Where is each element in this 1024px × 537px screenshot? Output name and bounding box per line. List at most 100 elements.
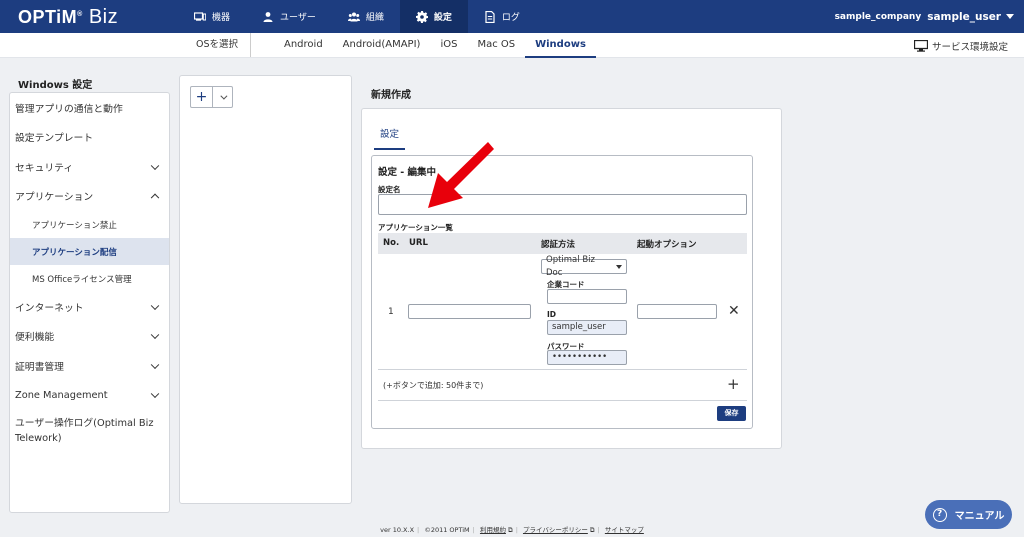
row-number: 1	[388, 307, 394, 317]
add-split-button: +	[190, 86, 233, 108]
sidebar-item-label: 設定テンプレート	[15, 133, 94, 145]
chevron-down-icon	[150, 301, 160, 310]
col-auth: 認証方法	[541, 240, 576, 250]
company-code-input[interactable]	[547, 289, 627, 304]
group-icon	[347, 11, 360, 23]
red-arrow-annotation	[428, 142, 494, 208]
os-selector-bar: OSを選択 Android Android(AMAPI) iOS Mac OS …	[0, 33, 1024, 58]
nav-logs-label: ログ	[501, 13, 520, 23]
sidebar-item-label: 管理アプリの通信と動作	[15, 103, 123, 115]
nav-devices-label: 機器	[212, 13, 231, 23]
os-tabs: Android Android(AMAPI) iOS Mac OS Window…	[274, 33, 596, 58]
user-name: sample_user	[927, 10, 1001, 23]
sidebar-item-label: MS Officeライセンス管理	[32, 274, 132, 285]
launch-option-input[interactable]	[637, 304, 717, 319]
footer: ver 10.X.X | ©2011 OPTiM | 利用規約 ⧉ | プライバシーポ…	[380, 526, 644, 534]
external-link-icon: ⧉	[589, 526, 595, 534]
service-settings-label: サービス環境設定	[931, 41, 1008, 53]
form-card: 設定 設定 - 編集中 設定名 アプリケーション一覧 No. URL 認証方法 …	[361, 108, 782, 449]
chevron-down-icon	[220, 92, 228, 100]
copyright-text: ©2011 OPTiM	[424, 526, 470, 534]
nav-settings[interactable]: 設定	[399, 0, 468, 33]
auth-method-select[interactable]: Optimal Biz Doc	[541, 255, 627, 278]
sidebar-item-label: 証明書管理	[15, 361, 64, 373]
privacy-link[interactable]: プライバシーポリシー	[523, 526, 588, 534]
sidebar-item-app-communication[interactable]: 管理アプリの通信と動作	[10, 93, 169, 123]
sidebar-item-zone-management[interactable]: Zone Management	[10, 381, 169, 411]
sidebar-item-utilities[interactable]: 便利機能	[10, 322, 169, 352]
sidebar-item-app-delivery[interactable]: アプリケーション配信	[10, 238, 169, 265]
company-name: sample_company	[834, 11, 922, 22]
main-nav: 機器 ユーザー 組織 設定 ログ	[178, 0, 536, 33]
external-link-icon: ⧉	[508, 526, 513, 534]
nav-users[interactable]: ユーザー	[246, 0, 332, 33]
sidebar-item-label: 便利機能	[15, 332, 55, 344]
terms-link[interactable]: 利用規約	[480, 526, 506, 534]
tab-android-amapi[interactable]: Android(AMAPI)	[333, 33, 431, 58]
row-divider	[378, 369, 747, 370]
service-settings-link[interactable]: サービス環境設定	[913, 33, 1008, 58]
url-input[interactable]	[408, 304, 531, 319]
optim-biz-logo[interactable]: OPTiM® Biz	[18, 6, 118, 29]
manual-button[interactable]: ? マニュアル	[925, 500, 1012, 529]
device-icon	[194, 11, 206, 23]
chevron-down-icon	[150, 330, 160, 340]
id-input[interactable]: sample_user	[547, 320, 627, 335]
password-input[interactable]: •••••••••••	[547, 350, 627, 365]
nav-logs[interactable]: ログ	[468, 0, 536, 33]
sidebar-item-templates[interactable]: 設定テンプレート	[10, 123, 169, 153]
id-label: ID	[547, 310, 557, 319]
nav-devices[interactable]: 機器	[178, 0, 246, 33]
caret-down-icon	[1006, 14, 1014, 19]
tab-windows[interactable]: Windows	[525, 33, 596, 58]
sidebar-item-user-operation-log[interactable]: ユーザー操作ログ(Optimal Biz Telework)	[10, 410, 169, 452]
nav-organizations[interactable]: 組織	[332, 0, 400, 33]
tab-ios[interactable]: iOS	[430, 33, 467, 58]
user-icon	[262, 11, 274, 23]
sidebar-item-internet[interactable]: インターネット	[10, 292, 169, 322]
save-button[interactable]: 保存	[717, 406, 746, 421]
sidebar-item-security[interactable]: セキュリティ	[10, 152, 169, 182]
top-header: OPTiM® Biz 機器 ユーザー 組織 設定 ログ sample_compan…	[0, 0, 1024, 33]
add-button[interactable]: +	[191, 87, 213, 107]
add-dropdown-toggle[interactable]	[213, 87, 232, 107]
sidebar-item-label: Zone Management	[15, 389, 108, 401]
nav-users-label: ユーザー	[280, 13, 316, 23]
chevron-down-icon	[150, 360, 160, 369]
settings-sidebar: 管理アプリの通信と動作 設定テンプレート セキュリティ アプリケーション アプリ…	[9, 92, 170, 513]
sidebar-item-certificates[interactable]: 証明書管理	[10, 351, 169, 381]
col-no: No.	[383, 238, 400, 248]
col-url: URL	[409, 238, 428, 248]
caret-down-icon	[616, 264, 622, 269]
tab-settings[interactable]: 設定	[374, 122, 406, 150]
manual-label: マニュアル	[954, 511, 1005, 522]
col-launch-option: 起動オプション	[637, 240, 697, 250]
sidebar-item-label: セキュリティ	[15, 162, 74, 174]
page-title: 新規作成	[371, 90, 411, 101]
monitor-icon	[913, 39, 928, 52]
sidebar-item-label: ユーザー操作ログ(Optimal Biz Telework)	[15, 418, 154, 444]
user-menu[interactable]: sample_company sample_user	[835, 0, 1014, 33]
nav-organizations-label: 組織	[365, 13, 384, 23]
remove-row-icon[interactable]: ✕	[728, 303, 740, 319]
app-table-header: No. URL 認証方法 起動オプション	[378, 233, 747, 254]
auth-method-value: Optimal Biz Doc	[546, 254, 595, 278]
tab-android[interactable]: Android	[274, 33, 333, 58]
sidebar-item-label: アプリケーション配信	[32, 247, 117, 258]
document-icon	[484, 10, 496, 23]
gear-icon	[415, 10, 428, 23]
sitemap-link[interactable]: サイトマップ	[605, 526, 644, 534]
sidebar-item-applications[interactable]: アプリケーション	[10, 182, 169, 212]
sidebar-item-app-block[interactable]: アプリケーション禁止	[10, 211, 169, 238]
tab-macos[interactable]: Mac OS	[467, 33, 525, 58]
sidebar-item-label: アプリケーション	[15, 192, 94, 204]
sidebar-item-ms-office-license[interactable]: MS Officeライセンス管理	[10, 265, 169, 292]
app-list-label: アプリケーション一覧	[378, 223, 453, 232]
help-icon: ?	[932, 507, 947, 522]
sidebar-title: Windows 設定	[18, 80, 93, 91]
chevron-up-icon	[150, 193, 160, 203]
os-select-label: OSを選択	[196, 33, 252, 57]
chevron-down-icon	[150, 161, 160, 170]
add-row-button[interactable]: +	[727, 375, 740, 393]
row-divider	[378, 400, 747, 401]
